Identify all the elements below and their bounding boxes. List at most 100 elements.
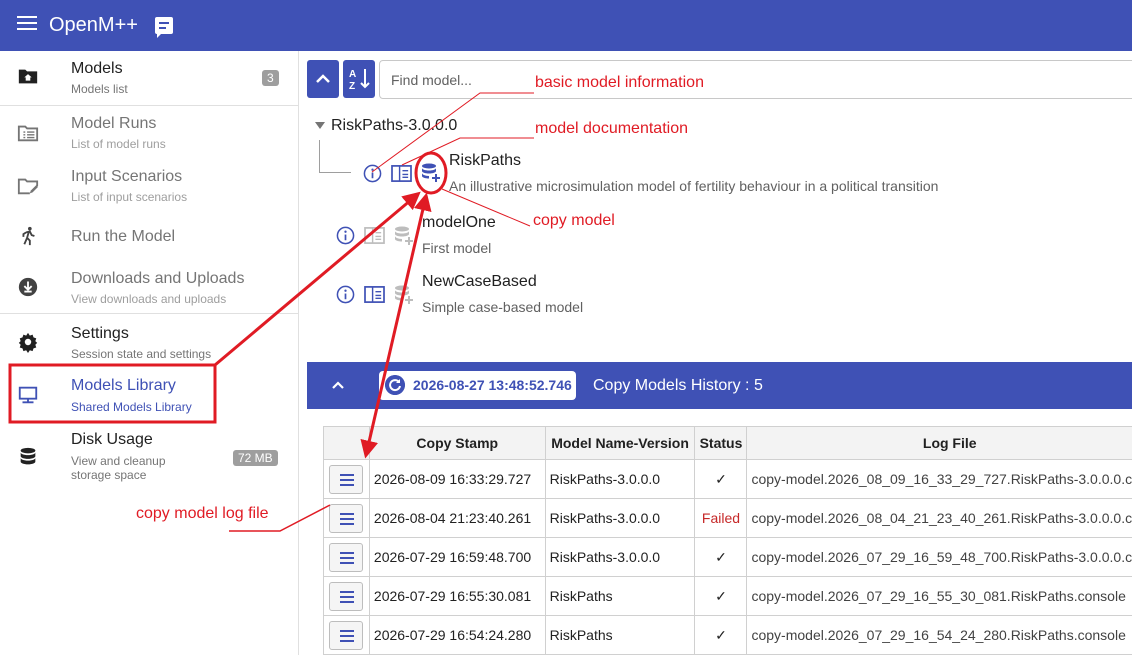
model-name[interactable]: NewCaseBased xyxy=(422,273,537,291)
info-icon[interactable] xyxy=(336,226,355,245)
database-plus-icon[interactable] xyxy=(420,162,442,184)
table-list-icon xyxy=(17,125,39,142)
svg-text:Z: Z xyxy=(349,81,355,92)
table-row: 2026-07-29 16:55:30.081 RiskPaths ✓ copy… xyxy=(323,576,1132,616)
annotation-copy-log: copy model log file xyxy=(136,505,269,522)
model-name-cell: RiskPaths-3.0.0.0 xyxy=(544,459,696,499)
model-name-cell: RiskPaths-3.0.0.0 xyxy=(544,537,696,577)
annotation-basic-info: basic model information xyxy=(535,74,704,91)
run-icon xyxy=(22,226,35,246)
table-row: 2026-07-29 16:59:48.700 RiskPaths-3.0.0.… xyxy=(323,537,1132,577)
menu-icon[interactable] xyxy=(17,16,37,34)
sidebar-item-sublabel: Models list xyxy=(71,82,128,96)
models-count-badge: 3 xyxy=(262,70,279,86)
status-cell: ✓ xyxy=(694,615,748,655)
folder-edit-icon xyxy=(17,178,39,195)
sidebar-item-sublabel: List of input scenarios xyxy=(71,190,188,204)
database-plus-icon[interactable] xyxy=(393,284,415,306)
annotation-documentation: model documentation xyxy=(535,120,688,137)
tree-root-label[interactable]: RiskPaths-3.0.0.0 xyxy=(331,117,457,135)
model-name-cell: RiskPaths xyxy=(544,615,696,655)
table-header-row: Copy Stamp Model Name-Version Status Log… xyxy=(323,426,1132,460)
table-row: 2026-08-09 16:33:29.727 RiskPaths-3.0.0.… xyxy=(323,459,1132,499)
app-header: OpenM++ xyxy=(0,0,1132,51)
log-file-cell: copy-model.2026_07_29_16_55_30_081.RiskP… xyxy=(746,576,1132,616)
copy-history-header: 2026-08-27 13:48:52.746 Copy Models Hist… xyxy=(307,362,1132,409)
chevron-up-icon[interactable] xyxy=(331,378,345,392)
sidebar-item-model-runs[interactable]: Model Runs List of model runs xyxy=(0,106,298,158)
sidebar-item-models[interactable]: Models Models list 3 xyxy=(0,51,298,105)
book-icon[interactable] xyxy=(364,226,385,245)
refresh-icon[interactable] xyxy=(385,375,405,395)
book-icon[interactable] xyxy=(391,164,412,183)
model-name-cell: RiskPaths xyxy=(544,576,696,616)
model-name[interactable]: modelOne xyxy=(422,214,496,232)
sidebar-item-sublabel: List of model runs xyxy=(71,137,166,151)
status-cell: Failed xyxy=(694,498,748,538)
sort-az-icon: AZ xyxy=(349,69,370,92)
copy-stamp-cell: 2026-07-29 16:55:30.081 xyxy=(368,576,546,616)
database-plus-icon[interactable] xyxy=(393,225,415,247)
tree-expand-icon[interactable] xyxy=(315,122,325,129)
copy-stamp-cell: 2026-07-29 16:59:48.700 xyxy=(368,537,546,577)
info-icon[interactable] xyxy=(363,164,382,183)
sidebar-item-models-library[interactable]: Models Library Shared Models Library xyxy=(0,366,298,421)
sidebar-item-label: Models xyxy=(71,60,123,77)
sidebar-item-settings[interactable]: Settings Session state and settings xyxy=(0,314,298,366)
chevron-up-icon xyxy=(316,74,330,83)
sidebar-item-label: Models Library xyxy=(71,377,176,394)
sidebar-item-downloads[interactable]: Downloads and Uploads View downloads and… xyxy=(0,261,298,313)
database-icon xyxy=(20,447,36,465)
copy-stamp-cell: 2026-07-29 16:54:24.280 xyxy=(368,615,546,655)
svg-text:A: A xyxy=(349,69,356,80)
view-log-button[interactable] xyxy=(329,542,364,572)
sidebar-item-label: Run the Model xyxy=(71,228,176,245)
download-icon xyxy=(18,277,38,297)
tree-connector xyxy=(319,140,320,172)
sidebar-item-sublabel: storage space xyxy=(71,468,147,482)
sort-button[interactable]: AZ xyxy=(343,60,375,98)
status-cell: ✓ xyxy=(694,576,748,616)
model-search-input[interactable] xyxy=(379,60,1132,99)
gear-icon xyxy=(18,332,38,353)
column-header[interactable]: Copy Stamp xyxy=(368,426,546,460)
view-log-button[interactable] xyxy=(329,503,364,533)
disk-usage-badge: 72 MB xyxy=(233,450,278,466)
info-icon[interactable] xyxy=(336,285,355,304)
sidebar-item-sublabel: View and cleanup xyxy=(71,454,166,468)
log-file-cell: copy-model.2026_07_29_16_59_48_700.RiskP… xyxy=(746,537,1132,577)
collapse-tree-button[interactable] xyxy=(307,60,339,98)
table-row: 2026-07-29 16:54:24.280 RiskPaths ✓ copy… xyxy=(323,615,1132,655)
sidebar-item-disk-usage[interactable]: Disk Usage View and cleanup storage spac… xyxy=(0,421,298,483)
model-name-cell: RiskPaths-3.0.0.0 xyxy=(544,498,696,538)
model-description: An illustrative microsimulation model of… xyxy=(449,178,939,194)
tree-connector xyxy=(319,172,351,173)
status-cell: ✓ xyxy=(694,459,748,499)
sidebar: Models Models list 3 Model Runs List of … xyxy=(0,51,299,655)
message-icon[interactable] xyxy=(155,17,173,38)
column-header[interactable]: Model Name-Version xyxy=(544,426,696,460)
sidebar-item-input-scenarios[interactable]: Input Scenarios List of input scenarios xyxy=(0,158,298,211)
model-description: Simple case-based model xyxy=(422,299,584,315)
sidebar-item-label: Input Scenarios xyxy=(71,168,183,185)
book-icon[interactable] xyxy=(364,285,385,304)
log-file-cell: copy-model.2026_08_09_16_33_29_727.RiskP… xyxy=(746,459,1132,499)
sidebar-item-label: Settings xyxy=(71,325,129,342)
column-header[interactable]: Status xyxy=(694,426,748,460)
view-log-button[interactable] xyxy=(329,620,364,650)
log-file-cell: copy-model.2026_07_29_16_54_24_280.RiskP… xyxy=(746,615,1132,655)
sidebar-item-label: Downloads and Uploads xyxy=(71,270,245,287)
copy-stamp-cell: 2026-08-04 21:23:40.261 xyxy=(368,498,546,538)
sidebar-item-sublabel: Shared Models Library xyxy=(71,400,192,414)
app-title: OpenM++ xyxy=(49,14,138,36)
column-header xyxy=(323,426,370,460)
status-cell: ✓ xyxy=(694,537,748,577)
annotation-copy-model: copy model xyxy=(533,212,615,229)
history-title: Copy Models History : 5 xyxy=(593,377,763,394)
column-header[interactable]: Log File xyxy=(746,426,1132,460)
table-row: 2026-08-04 21:23:40.261 RiskPaths-3.0.0.… xyxy=(323,498,1132,538)
model-name[interactable]: RiskPaths xyxy=(449,152,521,170)
view-log-button[interactable] xyxy=(329,464,364,494)
sidebar-item-run-model[interactable]: Run the Model xyxy=(0,211,298,261)
view-log-button[interactable] xyxy=(329,581,364,611)
